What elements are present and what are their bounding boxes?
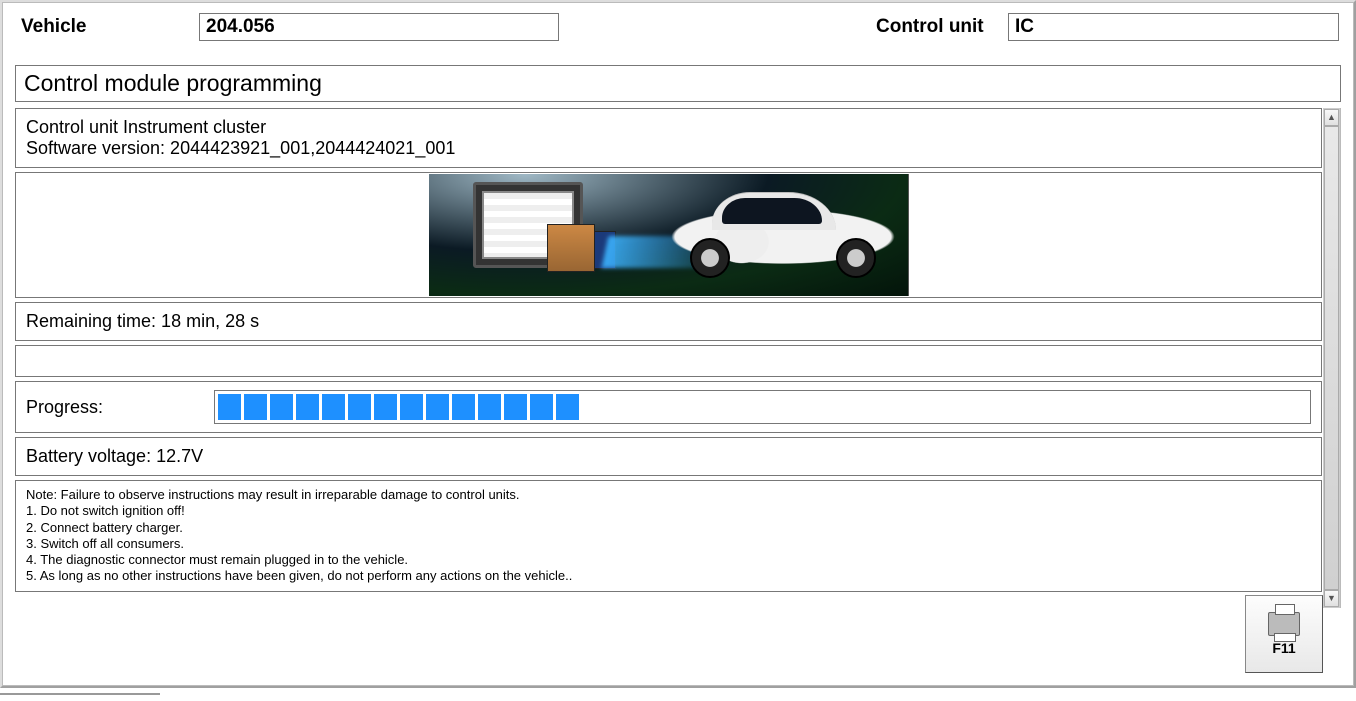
diagnostic-car-image <box>429 174 909 296</box>
progress-segment <box>894 394 917 420</box>
note-header: Note: Failure to observe instructions ma… <box>26 487 1311 503</box>
empty-panel <box>15 345 1322 377</box>
note-item: 4. The diagnostic connector must remain … <box>26 552 1311 568</box>
notes-panel: Note: Failure to observe instructions ma… <box>15 480 1322 592</box>
progress-segment <box>296 394 319 420</box>
progress-segment <box>998 394 1021 420</box>
control-unit-name: Control unit Instrument cluster <box>26 117 1311 138</box>
progress-segment <box>1258 394 1281 420</box>
progress-segment <box>1232 394 1255 420</box>
software-version: Software version: 2044423921_001,2044424… <box>26 138 1311 159</box>
control-unit-label: Control unit <box>876 16 1008 38</box>
progress-segment <box>790 394 813 420</box>
progress-segment <box>1154 394 1177 420</box>
note-item: 1. Do not switch ignition off! <box>26 503 1311 519</box>
progress-segment <box>972 394 995 420</box>
progress-segment <box>426 394 449 420</box>
progress-segment <box>1206 394 1229 420</box>
progress-segment <box>686 394 709 420</box>
vertical-scrollbar[interactable]: ▲ ▼ <box>1323 108 1340 608</box>
scroll-up-arrow[interactable]: ▲ <box>1324 109 1339 126</box>
note-item: 5. As long as no other instructions have… <box>26 568 1311 584</box>
f11-print-button[interactable]: F11 <box>1245 595 1323 673</box>
progress-segment <box>712 394 735 420</box>
control-unit-value: IC <box>1008 13 1339 41</box>
progress-segment <box>530 394 553 420</box>
battery-voltage-panel: Battery voltage: 12.7V <box>15 437 1322 476</box>
progress-segment <box>478 394 501 420</box>
page-title: Control module programming <box>15 65 1341 102</box>
progress-segment <box>322 394 345 420</box>
progress-segment <box>1102 394 1125 420</box>
progress-bar <box>214 390 1311 424</box>
progress-segment <box>504 394 527 420</box>
progress-segment <box>374 394 397 420</box>
progress-segment <box>244 394 267 420</box>
progress-label: Progress: <box>26 397 214 418</box>
progress-segment <box>556 394 579 420</box>
scroll-down-arrow[interactable]: ▼ <box>1324 590 1339 607</box>
scroll-thumb[interactable] <box>1324 126 1339 590</box>
progress-panel: Progress: <box>15 381 1322 433</box>
progress-segment <box>842 394 865 420</box>
f11-label: F11 <box>1272 640 1295 656</box>
progress-segment <box>738 394 761 420</box>
progress-segment <box>400 394 423 420</box>
progress-segment <box>764 394 787 420</box>
progress-segment <box>634 394 657 420</box>
progress-segment <box>920 394 943 420</box>
progress-segment <box>1128 394 1151 420</box>
printer-icon <box>1268 612 1300 636</box>
progress-segment <box>1180 394 1203 420</box>
progress-segment <box>1050 394 1073 420</box>
progress-segment <box>946 394 969 420</box>
progress-segment <box>270 394 293 420</box>
progress-segment <box>218 394 241 420</box>
diagnostic-image-panel <box>15 172 1322 298</box>
remaining-time-panel: Remaining time: 18 min, 28 s <box>15 302 1322 341</box>
progress-segment <box>608 394 631 420</box>
vehicle-value: 204.056 <box>199 13 559 41</box>
note-item: 3. Switch off all consumers. <box>26 536 1311 552</box>
header-row: Vehicle 204.056 Control unit IC <box>11 9 1345 45</box>
progress-segment <box>660 394 683 420</box>
info-panel: Control unit Instrument cluster Software… <box>15 108 1322 168</box>
progress-segment <box>816 394 839 420</box>
note-item: 2. Connect battery charger. <box>26 520 1311 536</box>
progress-segment <box>1076 394 1099 420</box>
progress-segment <box>1284 394 1307 420</box>
status-bar-stub <box>0 693 160 701</box>
progress-segment <box>348 394 371 420</box>
vehicle-label: Vehicle <box>21 16 199 38</box>
progress-segment <box>452 394 475 420</box>
progress-segment <box>868 394 891 420</box>
progress-segment <box>582 394 605 420</box>
progress-segment <box>1024 394 1047 420</box>
